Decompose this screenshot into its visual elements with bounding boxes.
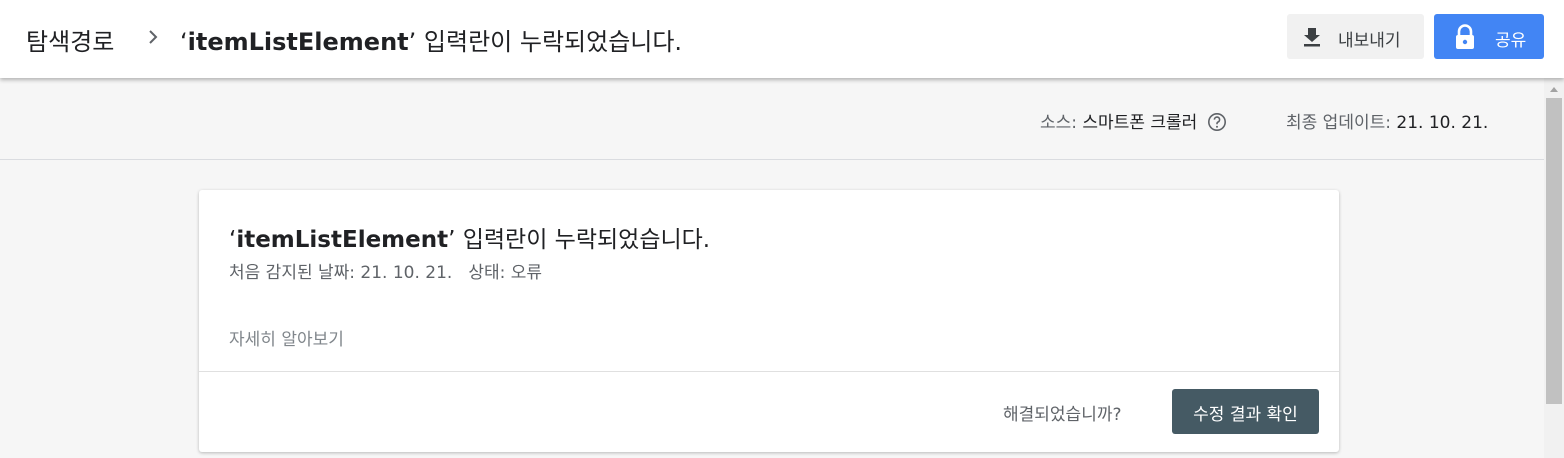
- issue-title: ‘itemListElement’ 입력란이 누락되었습니다.: [229, 220, 710, 254]
- resolved-question: 해결되었습니까?: [1003, 405, 1122, 425]
- chevron-right-icon: [149, 30, 158, 44]
- validate-fix-button[interactable]: 수정 결과 확인: [1172, 389, 1319, 434]
- title-term: itemListElement: [187, 28, 409, 56]
- breadcrumb-root[interactable]: 탐색경로: [26, 22, 114, 57]
- source-info: 소스: 스마트폰 크롤러: [1040, 108, 1227, 133]
- scroll-up-arrow-icon[interactable]: [1550, 87, 1558, 92]
- status-badge: 상태: 오류: [468, 263, 543, 283]
- updated-label: 최종 업데이트:: [1286, 113, 1391, 133]
- lock-icon: [1456, 24, 1474, 49]
- issue-title-rest: 입력란이 누락되었습니다.: [455, 227, 711, 253]
- scrollbar-thumb[interactable]: [1546, 98, 1562, 404]
- issue-card: ‘itemListElement’ 입력란이 누락되었습니다. 처음 감지된 날…: [199, 190, 1339, 452]
- share-label: 공유: [1495, 31, 1527, 51]
- title-quote-open: ‘: [180, 28, 188, 56]
- export-label: 내보내기: [1338, 31, 1401, 51]
- last-updated-info: 최종 업데이트: 21. 10. 21.: [1286, 108, 1488, 133]
- export-button[interactable]: 내보내기: [1287, 14, 1424, 59]
- top-app-bar: 탐색경로 ‘itemListElement’ 입력란이 누락되었습니다. 내보내…: [0, 0, 1564, 78]
- issue-term: itemListElement: [236, 227, 449, 253]
- validate-fix-label: 수정 결과 확인: [1193, 405, 1298, 425]
- issue-meta: 처음 감지된 날짜: 21. 10. 21. 상태: 오류: [229, 258, 542, 283]
- updated-value: 21. 10. 21.: [1396, 113, 1489, 133]
- info-bar: 소스: 스마트폰 크롤러 최종 업데이트: 21. 10. 21.: [0, 78, 1544, 160]
- source-label: 소스:: [1040, 113, 1078, 133]
- source-value: 스마트폰 크롤러: [1082, 113, 1198, 133]
- page-title: ‘itemListElement’ 입력란이 누락되었습니다.: [180, 22, 682, 57]
- card-divider: [199, 371, 1339, 372]
- learn-more-link[interactable]: 자세히 알아보기: [229, 325, 344, 350]
- share-button[interactable]: 공유: [1434, 14, 1544, 59]
- help-circle-icon[interactable]: [1207, 112, 1227, 132]
- title-rest: 입력란이 누락되었습니다.: [416, 28, 683, 56]
- scrollbar[interactable]: [1544, 78, 1564, 458]
- download-icon: [1304, 28, 1320, 47]
- first-detected-date: 처음 감지된 날짜: 21. 10. 21.: [229, 263, 453, 283]
